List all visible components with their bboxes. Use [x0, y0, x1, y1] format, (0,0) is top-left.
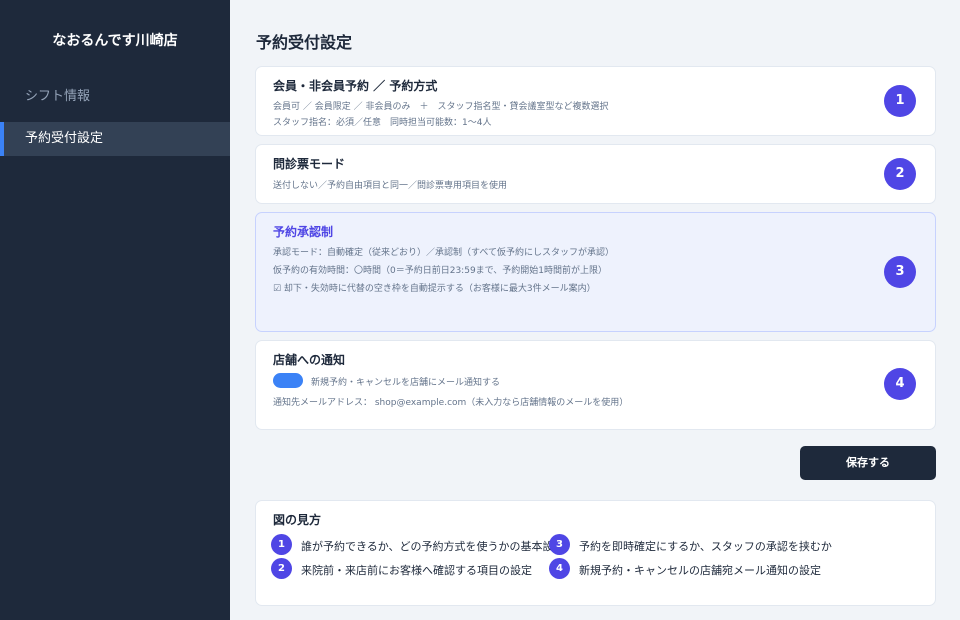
- toggle-label: 新規予約・キャンセルを店舗にメール通知する: [311, 378, 501, 388]
- card-description: スタッフ指名：必須／任意 同時担当可能数：1〜4人: [273, 118, 492, 128]
- number-badge: 4: [884, 368, 916, 400]
- store-name: なおるんです川崎店: [52, 33, 178, 49]
- sidebar-item-shift-info[interactable]: シフト情報: [0, 80, 230, 114]
- sidebar-item-reservation-settings[interactable]: 予約受付設定: [0, 122, 230, 156]
- card-description: 承認モード：自動確定（従来どおり）／承認制（すべて仮予約にしスタッフが承認）: [273, 248, 615, 258]
- auto-suggest-checkbox-label[interactable]: ☑ 却下・失効時に代替の空き枠を自動提示する（お客様に最大3件メール案内）: [273, 281, 596, 294]
- email-notification-toggle[interactable]: [273, 373, 303, 388]
- card-description: 仮予約の有効時間：〇時間（0＝予約日前日23:59まで、予約開始1時間前が上限）: [273, 266, 608, 276]
- questionnaire-mode-card[interactable]: 問診票モード 送付しない／予約自由項目と同一／問診票専用項目を使用 2: [255, 144, 936, 204]
- legend-card: 図の見方 1 誰が予約できるか、どの予約方式を使うかの基本設定 3 予約を即時確…: [255, 500, 936, 606]
- legend-text: 誰が予約できるか、どの予約方式を使うかの基本設定: [301, 540, 565, 553]
- legend-text: 予約を即時確定にするか、スタッフの承認を挟むか: [579, 540, 832, 553]
- approval-system-card[interactable]: 予約承認制 承認モード：自動確定（従来どおり）／承認制（すべて仮予約にしスタッフ…: [255, 212, 936, 332]
- store-notification-card[interactable]: 店舗への通知 新規予約・キャンセルを店舗にメール通知する 通知先メールアドレス：…: [255, 340, 936, 430]
- member-reservation-card[interactable]: 会員・非会員予約 ／ 予約方式 会員可 ／ 会員限定 ／ 非会員のみ ＋ スタッ…: [255, 66, 936, 136]
- card-title: 問診票モード: [273, 157, 346, 171]
- card-title: 店舗への通知: [273, 353, 346, 367]
- legend-title: 図の見方: [273, 513, 322, 527]
- card-title: 会員・非会員予約 ／ 予約方式: [273, 79, 438, 93]
- legend-badge: 4: [549, 558, 570, 579]
- page-title: 予約受付設定: [256, 33, 353, 52]
- legend-text: 新規予約・キャンセルの店舗宛メール通知の設定: [579, 564, 821, 577]
- sidebar: なおるんです川崎店 シフト情報 予約受付設定: [0, 0, 230, 620]
- notification-email-text: 通知先メールアドレス： shop@example.com（未入力なら店舗情報のメ…: [273, 398, 629, 408]
- number-badge: 1: [884, 85, 916, 117]
- legend-badge: 2: [271, 558, 292, 579]
- card-description: 送付しない／予約自由項目と同一／問診票専用項目を使用: [273, 181, 508, 191]
- number-badge: 3: [884, 256, 916, 288]
- save-button[interactable]: 保存する: [800, 446, 936, 480]
- number-badge: 2: [884, 158, 916, 190]
- legend-badge: 3: [549, 534, 570, 555]
- legend-badge: 1: [271, 534, 292, 555]
- legend-text: 来院前・来店前にお客様へ確認する項目の設定: [301, 564, 532, 577]
- card-title: 予約承認制: [273, 225, 334, 239]
- card-description: 会員可 ／ 会員限定 ／ 非会員のみ ＋ スタッフ指名型・貸会議室型など複数選択: [273, 102, 609, 112]
